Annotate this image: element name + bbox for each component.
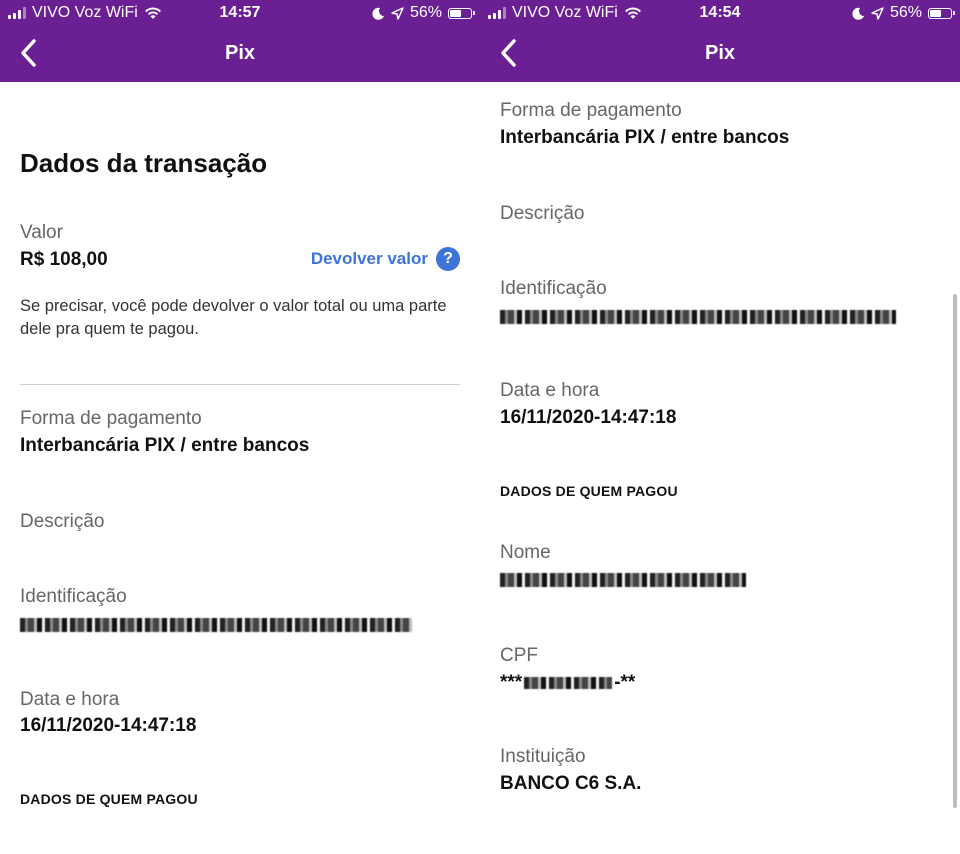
location-arrow-icon	[871, 6, 884, 20]
descricao-label: Descrição	[500, 203, 585, 224]
nav-bar: Pix	[480, 28, 960, 82]
phone-screen-left: VIVO Voz WiFi 14:57 56% Pix Dados da tra…	[0, 0, 480, 854]
cpf-prefix: ***	[500, 672, 523, 693]
forma-pagamento-label: Forma de pagamento	[20, 408, 202, 429]
forma-pagamento-value: Interbancária PIX / entre bancos	[500, 127, 790, 148]
section-header-payer: DADOS DE QUEM PAGOU	[500, 483, 678, 499]
moon-icon	[372, 7, 384, 20]
battery-percent: 56%	[889, 4, 922, 21]
transaction-details: Dados da transação Valor R$ 108,00 Devol…	[0, 82, 480, 854]
nav-title: Pix	[704, 42, 736, 64]
descricao-label: Descrição	[20, 511, 105, 532]
battery-icon	[448, 7, 475, 19]
nav-bar: Pix	[0, 28, 480, 82]
devolver-valor-button[interactable]: Devolver valor ?	[311, 247, 460, 271]
battery-icon	[928, 7, 955, 19]
data-hora-value: 16/11/2020-14:47:18	[20, 715, 197, 736]
status-bar: VIVO Voz WiFi 14:54 56%	[480, 0, 960, 28]
location-arrow-icon	[391, 6, 404, 20]
data-hora-value: 16/11/2020-14:47:18	[500, 407, 677, 428]
instituicao-value: BANCO C6 S.A.	[500, 773, 642, 794]
forma-pagamento-label: Forma de pagamento	[500, 100, 682, 121]
cpf-value: *** -**	[500, 672, 635, 694]
valor-label: Valor	[20, 222, 63, 243]
cpf-suffix: -**	[614, 672, 636, 693]
identificacao-label: Identificação	[500, 278, 607, 299]
battery-percent: 56%	[409, 4, 442, 21]
help-icon[interactable]: ?	[436, 247, 460, 271]
divider	[20, 384, 460, 385]
data-hora-label: Data e hora	[20, 689, 120, 710]
phone-screen-right: VIVO Voz WiFi 14:54 56% Pix Forma de pag…	[480, 0, 960, 854]
instituicao-label: Instituição	[500, 746, 586, 767]
identificacao-redacted	[500, 310, 896, 324]
status-bar: VIVO Voz WiFi 14:57 56%	[0, 0, 480, 28]
transaction-details: Forma de pagamento Interbancária PIX / e…	[480, 82, 960, 854]
section-header-payer: DADOS DE QUEM PAGOU	[20, 791, 198, 807]
nome-redacted	[500, 573, 746, 587]
identificacao-redacted	[20, 618, 412, 632]
moon-icon	[852, 7, 864, 20]
valor-value: R$ 108,00	[20, 249, 108, 270]
page-title: Dados da transação	[20, 148, 268, 178]
nav-title: Pix	[224, 42, 256, 64]
scrollbar[interactable]	[953, 294, 957, 808]
devolver-valor-label: Devolver valor	[310, 249, 428, 268]
identificacao-label: Identificação	[20, 586, 127, 607]
cpf-label: CPF	[500, 645, 538, 666]
nome-label: Nome	[500, 542, 551, 563]
cpf-redacted	[524, 677, 613, 689]
data-hora-label: Data e hora	[500, 380, 600, 401]
forma-pagamento-value: Interbancária PIX / entre bancos	[20, 435, 310, 456]
refund-helper-text: Se precisar, você pode devolver o valor …	[20, 297, 447, 338]
